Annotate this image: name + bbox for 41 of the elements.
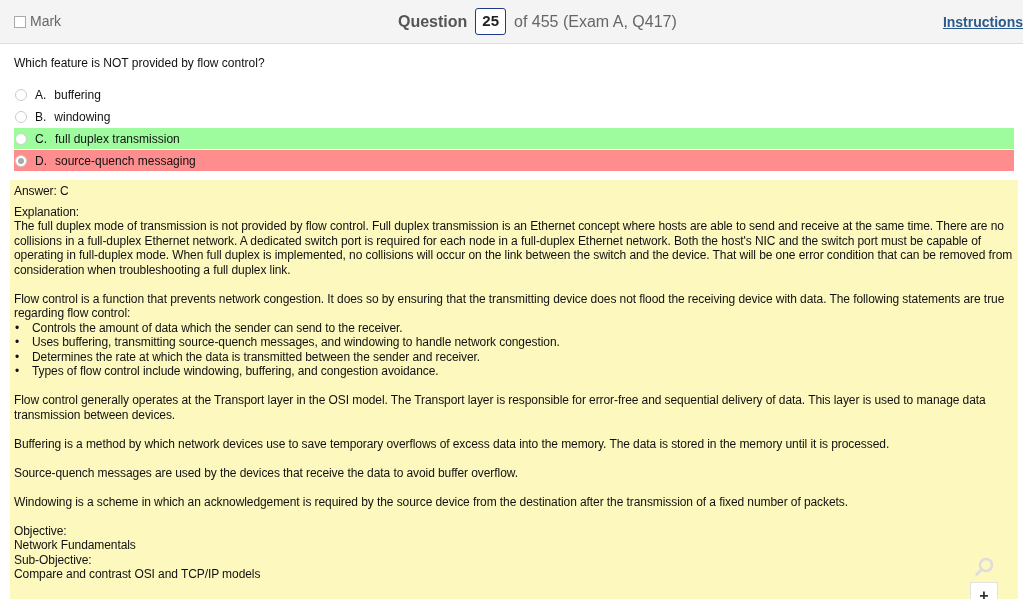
question-count: of 455 (Exam A, Q417) [514, 11, 677, 32]
bullet-icon: • [14, 349, 32, 364]
bullet-icon: • [14, 364, 32, 379]
question-text: Which feature is NOT provided by flow control? [13, 55, 266, 72]
explanation-paragraph: Flow control is a function that prevents network congestion. It does so by ensuring that the transmitting device does not flood the receiving device with data. The following statements are true regarding flow control: [14, 291, 1006, 321]
option-text[interactable]: full duplex transmission [55, 129, 180, 148]
radio-button[interactable] [15, 110, 27, 123]
radio-button[interactable] [15, 132, 27, 145]
explanation-paragraph: Source-quench messages are used by the devices that receive the data to avoid buffer overflow. [14, 465, 519, 480]
bullet-text: Uses buffering, transmitting source-quench messages, and windowing to handle network congestion. [32, 335, 560, 350]
radio-button[interactable] [15, 154, 27, 167]
option-label[interactable]: A. [35, 85, 47, 104]
bullet-text: Types of flow control include windowing, buffering, and congestion avoidance. [32, 364, 439, 379]
explanation-paragraph: Windowing is a scheme in which an acknowledgement is required by the source device from the destination after the transmission of a fixed number of packets. [14, 494, 849, 509]
objective-text: Objective: [14, 523, 68, 538]
option-text[interactable]: source-quench messaging [55, 151, 196, 170]
zoom-in-button[interactable]: + [970, 582, 998, 599]
bullet-icon: • [14, 320, 32, 335]
question-label: Question [398, 11, 468, 32]
bullet-text: Controls the amount of data which the sender can send to the receiver. [32, 320, 403, 335]
option-label[interactable]: B. [35, 107, 47, 126]
explanation-paragraph: Buffering is a method by which network devices use to save temporary overflows of excess data into the memory. The data is stored in the memory until it is processed. [14, 436, 891, 451]
option-text[interactable]: buffering [54, 85, 101, 104]
bullet-icon: • [14, 335, 32, 350]
mark-checkbox[interactable] [14, 15, 26, 28]
search-icon[interactable] [973, 556, 995, 578]
question-number-field[interactable]: 25 [475, 8, 507, 35]
mark-label[interactable]: Mark [30, 11, 62, 32]
option-label[interactable]: C. [35, 129, 47, 148]
option-text[interactable]: windowing [54, 107, 111, 126]
explanation-paragraph: The full duplex mode of transmission is not provided by flow control. Full duplex transmission is an Ethernet concept where hosts are able to send and receive at the same time. There are no collisions in a full-duplex Ethernet network. A dedicated switch port is required for each node in a full-duplex Ethernet network. Both the host's NIC and the switch port must be capable of operating in full-duplex mode. When full duplex is implemented, no collisions will occur on the link between the switch and the device. That will be one error condition that can be removed from consideration when troubleshooting a full duplex link. [14, 219, 1014, 277]
instructions-link[interactable]: Instructions [942, 12, 1023, 33]
objective-text: Network Fundamentals [14, 538, 137, 553]
radio-button[interactable] [15, 88, 27, 101]
explanation-paragraph: Flow control generally operates at the Transport layer in the OSI model. The Transport layer is responsible for error-free and sequential delivery of data. This layer is used to manage data transmission between devices. [14, 393, 987, 422]
answer-text: Answer: C [14, 184, 70, 199]
explanation-label: Explanation: [14, 204, 81, 219]
bullet-text: Determines the rate at which the data is transmitted between the sender and receiver. [32, 349, 481, 364]
objective-text: Compare and contrast OSI and TCP/IP models [14, 567, 262, 582]
objective-text: Sub-Objective: [14, 552, 93, 567]
option-label[interactable]: D. [35, 151, 47, 170]
